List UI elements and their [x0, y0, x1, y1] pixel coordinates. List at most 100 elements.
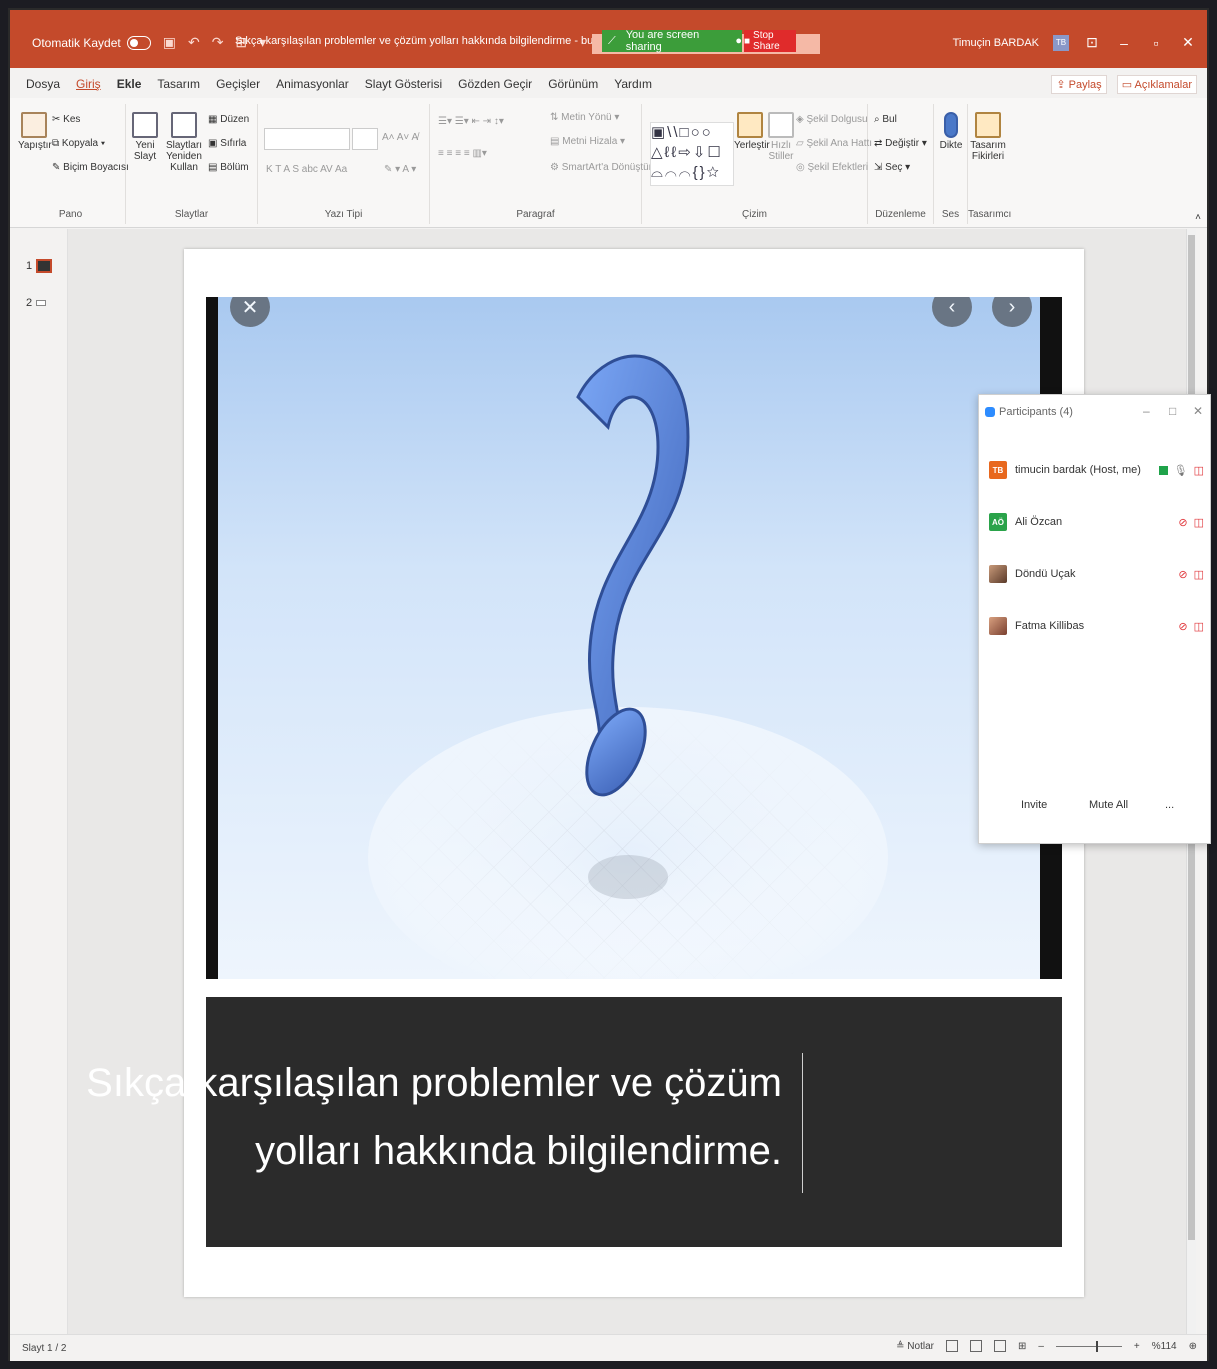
participant-row[interactable]: Döndü Uçak ⊘ ◫	[989, 561, 1204, 587]
share-button[interactable]: ⇪ Paylaş	[1051, 75, 1107, 94]
thumbnail-slide-1[interactable]: 1	[26, 259, 53, 273]
tab-ekle[interactable]: Ekle	[117, 77, 142, 91]
text-direction-button[interactable]: ⇅ Metin Yönü ▾	[550, 112, 619, 123]
design-ideas-label: Tasarım Fikirleri	[970, 140, 1006, 162]
tab-dosya[interactable]: Dosya	[26, 77, 60, 91]
replace-label: Değiştir	[885, 138, 920, 149]
notes-button[interactable]: ≜ Notlar	[896, 1341, 934, 1352]
popout-panel-icon[interactable]: □	[1169, 404, 1176, 418]
ribbon-display-options-icon[interactable]: ⊡	[1083, 34, 1101, 51]
design-ideas-button[interactable]: Tasarım Fikirleri	[970, 112, 1006, 162]
slide-sorter-icon[interactable]	[969, 1340, 982, 1352]
participant-photo-avatar	[989, 565, 1007, 583]
copy-button[interactable]: ⧉ Kopyala ▾	[52, 138, 105, 149]
reuse-slides-button[interactable]: Slaytları Yeniden Kullan	[162, 112, 206, 173]
normal-view-icon[interactable]	[945, 1340, 958, 1352]
slideshow-icon[interactable]: ⊞	[1018, 1341, 1026, 1352]
participant-name: Ali Özcan	[1015, 516, 1063, 528]
collapse-ribbon-icon[interactable]: ˄	[1195, 212, 1201, 223]
autosave-label: Otomatik Kaydet	[32, 35, 121, 50]
align-text-button[interactable]: ▤ Metni Hizala ▾	[550, 136, 625, 147]
select-button[interactable]: ⇲ Seç ▾	[874, 162, 910, 173]
share-label: Paylaş	[1068, 79, 1102, 91]
invite-button[interactable]: Invite	[1021, 799, 1047, 811]
zoom-slider[interactable]	[1055, 1340, 1122, 1352]
layout-button[interactable]: ▦ Düzen	[208, 114, 249, 125]
user-avatar[interactable]: TB	[1053, 34, 1069, 51]
close-icon[interactable]: ✕	[1179, 34, 1197, 51]
tab-tasarim[interactable]: Tasarım	[157, 77, 200, 91]
zoom-in-icon[interactable]: +	[1134, 1341, 1140, 1352]
cut-button[interactable]: ✂ Kes	[52, 114, 80, 125]
font-size-dropdown[interactable]	[352, 128, 378, 150]
screen-sharing-text: You are screen sharing	[625, 29, 700, 53]
replace-button[interactable]: ⇄ Değiştir ▾	[874, 138, 927, 149]
participant-name: Döndü Uçak	[1015, 568, 1076, 580]
tab-yardim[interactable]: Yardım	[614, 77, 652, 91]
shape-outline-label: Şekil Ana Hattı	[806, 138, 873, 149]
shape-outline-button[interactable]: ▱ Şekil Ana Hattı	[796, 138, 872, 149]
tab-gecisler[interactable]: Geçişler	[216, 77, 260, 91]
new-slide-button[interactable]: Yeni Slayt	[128, 112, 162, 162]
new-slide-label: Yeni Slayt	[133, 140, 157, 162]
autosave-toggle[interactable]	[126, 35, 151, 50]
paste-button[interactable]: Yapıştır	[18, 112, 52, 151]
dictate-label: Dikte	[939, 140, 963, 151]
ribbon: Yapıştır ✂ Kes ⧉ Kopyala ▾ ✎ Biçim Boyac…	[10, 98, 1207, 228]
slide-photo[interactable]: ✕ ‹ ›	[206, 297, 1062, 979]
align-buttons[interactable]: ≡ ≡ ≡ ≡ ▥▾	[438, 148, 487, 159]
close-panel-icon[interactable]: ✕	[1193, 404, 1203, 418]
video-off-icon: ◫	[1193, 620, 1204, 633]
group-label-paragraf: Paragraf	[516, 209, 555, 220]
title-placeholder[interactable]: Sıkça karşılaşılan problemler ve çözüm y…	[86, 997, 1062, 1247]
shape-effects-button[interactable]: ◎ Şekil Efektleri	[796, 162, 868, 173]
minimize-icon[interactable]: –	[1115, 35, 1133, 51]
list-buttons[interactable]: ☰▾ ☰▾ ⇤ ⇥ ↕▾	[438, 116, 504, 127]
tab-gozden-gecir[interactable]: Gözden Geçir	[458, 77, 532, 91]
format-painter-button[interactable]: ✎ Biçim Boyacısı	[52, 162, 129, 173]
group-label-tasarimci: Tasarımcı	[968, 209, 1012, 220]
save-icon[interactable]: ▣	[163, 34, 176, 51]
tab-giris[interactable]: Giriş	[76, 77, 101, 91]
user-name: Timuçin BARDAK	[952, 36, 1039, 49]
fit-to-window-icon[interactable]: ⊕	[1189, 1341, 1197, 1352]
restore-icon[interactable]: ▫	[1147, 35, 1165, 51]
dictate-button[interactable]: Dikte	[936, 112, 966, 151]
microphone-muted-icon: ⊘	[1178, 568, 1188, 581]
reset-button[interactable]: ▣ Sıfırla	[208, 138, 246, 149]
find-button[interactable]: ⌕ Bul	[874, 114, 897, 125]
screen-sharing-indicator: ⟋ You are screen sharing ●	[602, 29, 742, 53]
quick-styles-button[interactable]: Hızlı Stiller	[766, 112, 796, 162]
participant-row[interactable]: AÖ Ali Özcan ⊘ ◫	[989, 509, 1204, 535]
signal-icon: ⟋	[608, 34, 616, 47]
tab-animasyonlar[interactable]: Animasyonlar	[276, 77, 349, 91]
participant-row[interactable]: Fatma Killibas ⊘ ◫	[989, 613, 1204, 639]
zoom-out-icon[interactable]: –	[1038, 1341, 1044, 1352]
tab-slayt-gosterisi[interactable]: Slayt Gösterisi	[365, 77, 442, 91]
microphone-icon	[944, 112, 958, 138]
group-duzenleme: ⌕ Bul ⇄ Değiştir ▾ ⇲ Seç ▾ Düzenleme	[868, 104, 934, 224]
more-options-button[interactable]: ...	[1165, 799, 1174, 811]
font-name-dropdown[interactable]	[264, 128, 350, 150]
font-format-buttons[interactable]: K T A S abc AV Aa	[266, 164, 347, 175]
stop-share-button[interactable]: ■ Stop Share	[744, 30, 796, 52]
minimize-panel-icon[interactable]: –	[1143, 404, 1150, 418]
shapes-gallery[interactable]: ▣\\□○○ △ℓℓ⇨⇩☐ ⌓⌒⌒{}☆	[650, 122, 734, 186]
mute-all-button[interactable]: Mute All	[1089, 799, 1128, 811]
font-color-icon[interactable]: ✎ ▾ A ▾	[384, 164, 416, 175]
undo-icon[interactable]: ↶	[188, 34, 200, 51]
participant-row[interactable]: TB timucin bardak (Host, me) 🎙︎ ◫	[989, 457, 1204, 483]
font-size-grow-icon[interactable]: A˄ A˅ A̸	[382, 132, 418, 143]
shape-fill-button[interactable]: ◈ Şekil Dolgusu	[796, 114, 868, 125]
zoom-level[interactable]: %114	[1152, 1341, 1177, 1352]
reading-view-icon[interactable]	[993, 1340, 1006, 1352]
thumbnail-slide-2[interactable]: 2	[26, 297, 47, 309]
tab-gorunum[interactable]: Görünüm	[548, 77, 598, 91]
participant-avatar: TB	[989, 461, 1007, 479]
arrange-button[interactable]: Yerleştir	[734, 112, 770, 151]
current-slide[interactable]: ✕ ‹ › Sıkça karşılaşılan problemler ve ç…	[86, 249, 1084, 1297]
notes-label: Notlar	[907, 1340, 934, 1352]
redo-icon[interactable]: ↷	[212, 34, 224, 51]
section-button[interactable]: ▤ Bölüm	[208, 162, 249, 173]
comments-button[interactable]: ▭ Açıklamalar	[1116, 75, 1197, 94]
